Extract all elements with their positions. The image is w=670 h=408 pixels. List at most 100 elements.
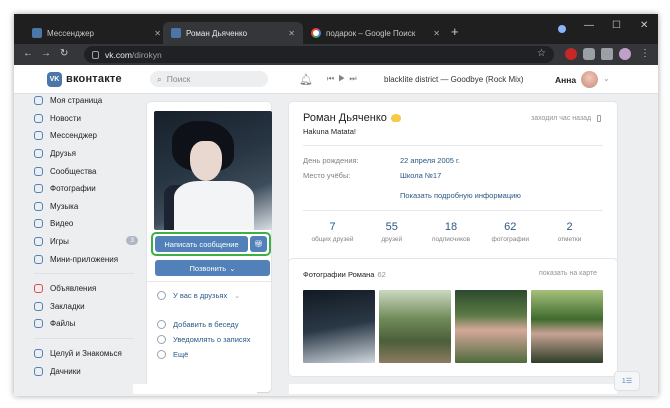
sidebar-item-news[interactable]: Новости [34,110,144,128]
vk-logo-text[interactable]: вконтакте [66,73,122,85]
birthday-label: День рождения: [303,156,359,165]
sidebar-item-friends[interactable]: Друзья [34,145,144,163]
sidebar-item-music[interactable]: Музыка [34,198,144,216]
more-button[interactable]: Ещё [157,347,267,362]
close-tab-icon[interactable]: ✕ [288,29,295,38]
menu-dots-icon[interactable]: ⋮ [640,48,650,59]
show-on-map-link[interactable]: показать на карте [539,270,597,277]
notify-posts-button[interactable]: Уведомлять о записях [157,332,267,347]
close-window-icon[interactable]: ✕ [640,20,648,31]
sidebar-item-messenger[interactable]: Мессенджер [34,127,144,145]
search-input[interactable]: ⌕ Поиск [150,71,268,87]
communities-icon [34,166,43,176]
sidebar-item-mini-apps[interactable]: Мини-приложения [34,250,144,268]
close-tab-icon[interactable]: ✕ [433,29,440,38]
now-playing-track[interactable]: blacklite district — Goodbye (Rock Mix) [384,75,524,84]
profile-status[interactable]: Hakuna Matata! [303,127,356,136]
vk-header: VK вконтакте ⌕ Поиск 🔔︎ ⏮︎▶︎⏭︎ blacklite… [14,65,658,94]
tab-strip: Мессенджер ✕ Роман Дьяченко ✕ подарок – … [14,14,658,44]
sidebar-item-files[interactable]: Файлы [34,315,144,333]
sidebar-item-video[interactable]: Видео [34,215,144,233]
reading-list-icon[interactable] [601,48,613,60]
sidebar-item-communities[interactable]: Сообщества [34,162,144,180]
call-button[interactable]: Позвонить ⌄ [155,260,270,276]
chevron-down-icon: ⌄ [229,263,236,273]
write-message-button[interactable]: Написать сообщение [155,236,248,252]
photo-face [190,141,222,181]
sidebar-item-games[interactable]: Игры 3 [34,233,144,251]
photo-thumbnail[interactable] [455,290,527,363]
show-more-info-link[interactable]: Показать подробную информацию [400,191,521,200]
app-icon [34,349,43,359]
maximize-icon[interactable]: ☐ [612,20,621,31]
counter-friends[interactable]: 55 друзей [362,221,421,243]
last-seen: заходил час назад [531,115,602,122]
close-tab-icon[interactable]: ✕ [154,29,161,38]
music-icon [34,201,43,211]
profile-photo[interactable] [154,111,272,230]
bell-icon[interactable]: 🔔︎ [299,73,313,86]
counter-mutual-friends[interactable]: 7 общих друзей [303,221,362,243]
profile-counters: 7 общих друзей 55 друзей 18 подписчиков 62 ф… [303,221,599,243]
tab-title: подарок – Google Поиск [326,28,416,38]
tab-messenger[interactable]: Мессенджер ✕ [24,22,169,44]
photos-count: 62 [377,270,386,279]
vk-logo-icon[interactable]: VK [47,72,62,87]
add-to-chat-button[interactable]: Добавить в беседу [157,317,267,332]
sidebar-item-my-page[interactable]: Моя страница [34,92,144,110]
chevron-down-icon[interactable]: ⌄ [603,74,610,83]
new-tab-icon[interactable]: + [451,24,459,39]
left-menu: Моя страница Новости Мессенджер Друзья С… [34,92,144,380]
apps-icon [34,254,43,264]
school-label: Место учёбы: [303,171,351,180]
photo-thumbnail[interactable] [379,290,451,363]
vk-favicon-icon [171,28,181,38]
tab-profile[interactable]: Роман Дьяченко ✕ [163,22,303,44]
url-text: vk.com/dirokyn [105,49,162,60]
birthday-value[interactable]: 22 апреля 2005 г. [400,156,460,165]
back-icon[interactable]: ← [23,48,33,59]
friends-icon [34,149,43,159]
extension-icon[interactable] [565,48,577,60]
avatar[interactable] [581,71,598,88]
account-avatar-icon[interactable] [619,48,631,60]
puzzle-icon[interactable] [583,48,595,60]
address-bar[interactable]: vk.com/dirokyn ☆ [84,46,554,63]
sidebar-item-ads[interactable]: Объявления [34,280,144,298]
browser-toolbar: ← → ↻ vk.com/dirokyn ☆ ⋮ [14,44,658,65]
divider [147,281,271,282]
bell-icon [157,335,166,344]
app-icon [34,366,43,376]
sidebar-item-photos[interactable]: Фотографии [34,180,144,198]
minimize-icon[interactable]: — [584,20,594,31]
user-check-icon [157,291,166,300]
in-friends-button[interactable]: У вас в друзьях ⌄ [157,288,267,303]
photos-title[interactable]: Фотографии Романа 62 [303,270,386,279]
photo-thumbnail[interactable] [531,290,603,363]
chat-add-icon [157,320,166,329]
gift-icon[interactable]: 🎁︎ [250,236,267,252]
forward-icon[interactable]: → [41,48,51,59]
counter-photos[interactable]: 62 фотографии [481,221,540,243]
counter-followers[interactable]: 18 подписчиков [422,221,481,243]
google-favicon-icon [311,28,321,38]
player-controls[interactable]: ⏮︎▶︎⏭︎ [327,74,361,84]
games-count-badge: 3 [126,235,138,245]
gamepad-icon [34,237,43,247]
chrome-profile-icon[interactable] [558,25,566,33]
school-value[interactable]: Школа №17 [400,171,441,180]
sidebar-item-app-kiss[interactable]: Целуй и Знакомься [34,345,144,363]
counter-tags[interactable]: 2 отметки [540,221,599,243]
page-title: Роман Дьяченко [303,112,401,124]
tab-title: Роман Дьяченко [186,28,248,38]
profile-actions: У вас в друзьях ⌄ Добавить в беседу Уведо… [157,288,267,362]
tab-google[interactable]: подарок – Google Поиск ✕ [303,22,448,44]
sidebar-item-app-dachniki[interactable]: Дачники [34,362,144,380]
reload-icon[interactable]: ↻ [60,48,68,59]
next-card [133,384,257,394]
bookmark-star-icon[interactable]: ☆ [537,48,546,59]
chat-widget-button[interactable]: 1 ☰ [614,371,640,391]
header-user-name[interactable]: Анна [555,75,576,85]
photo-thumbnail[interactable] [303,290,375,363]
sidebar-item-bookmarks[interactable]: Закладки [34,298,144,316]
